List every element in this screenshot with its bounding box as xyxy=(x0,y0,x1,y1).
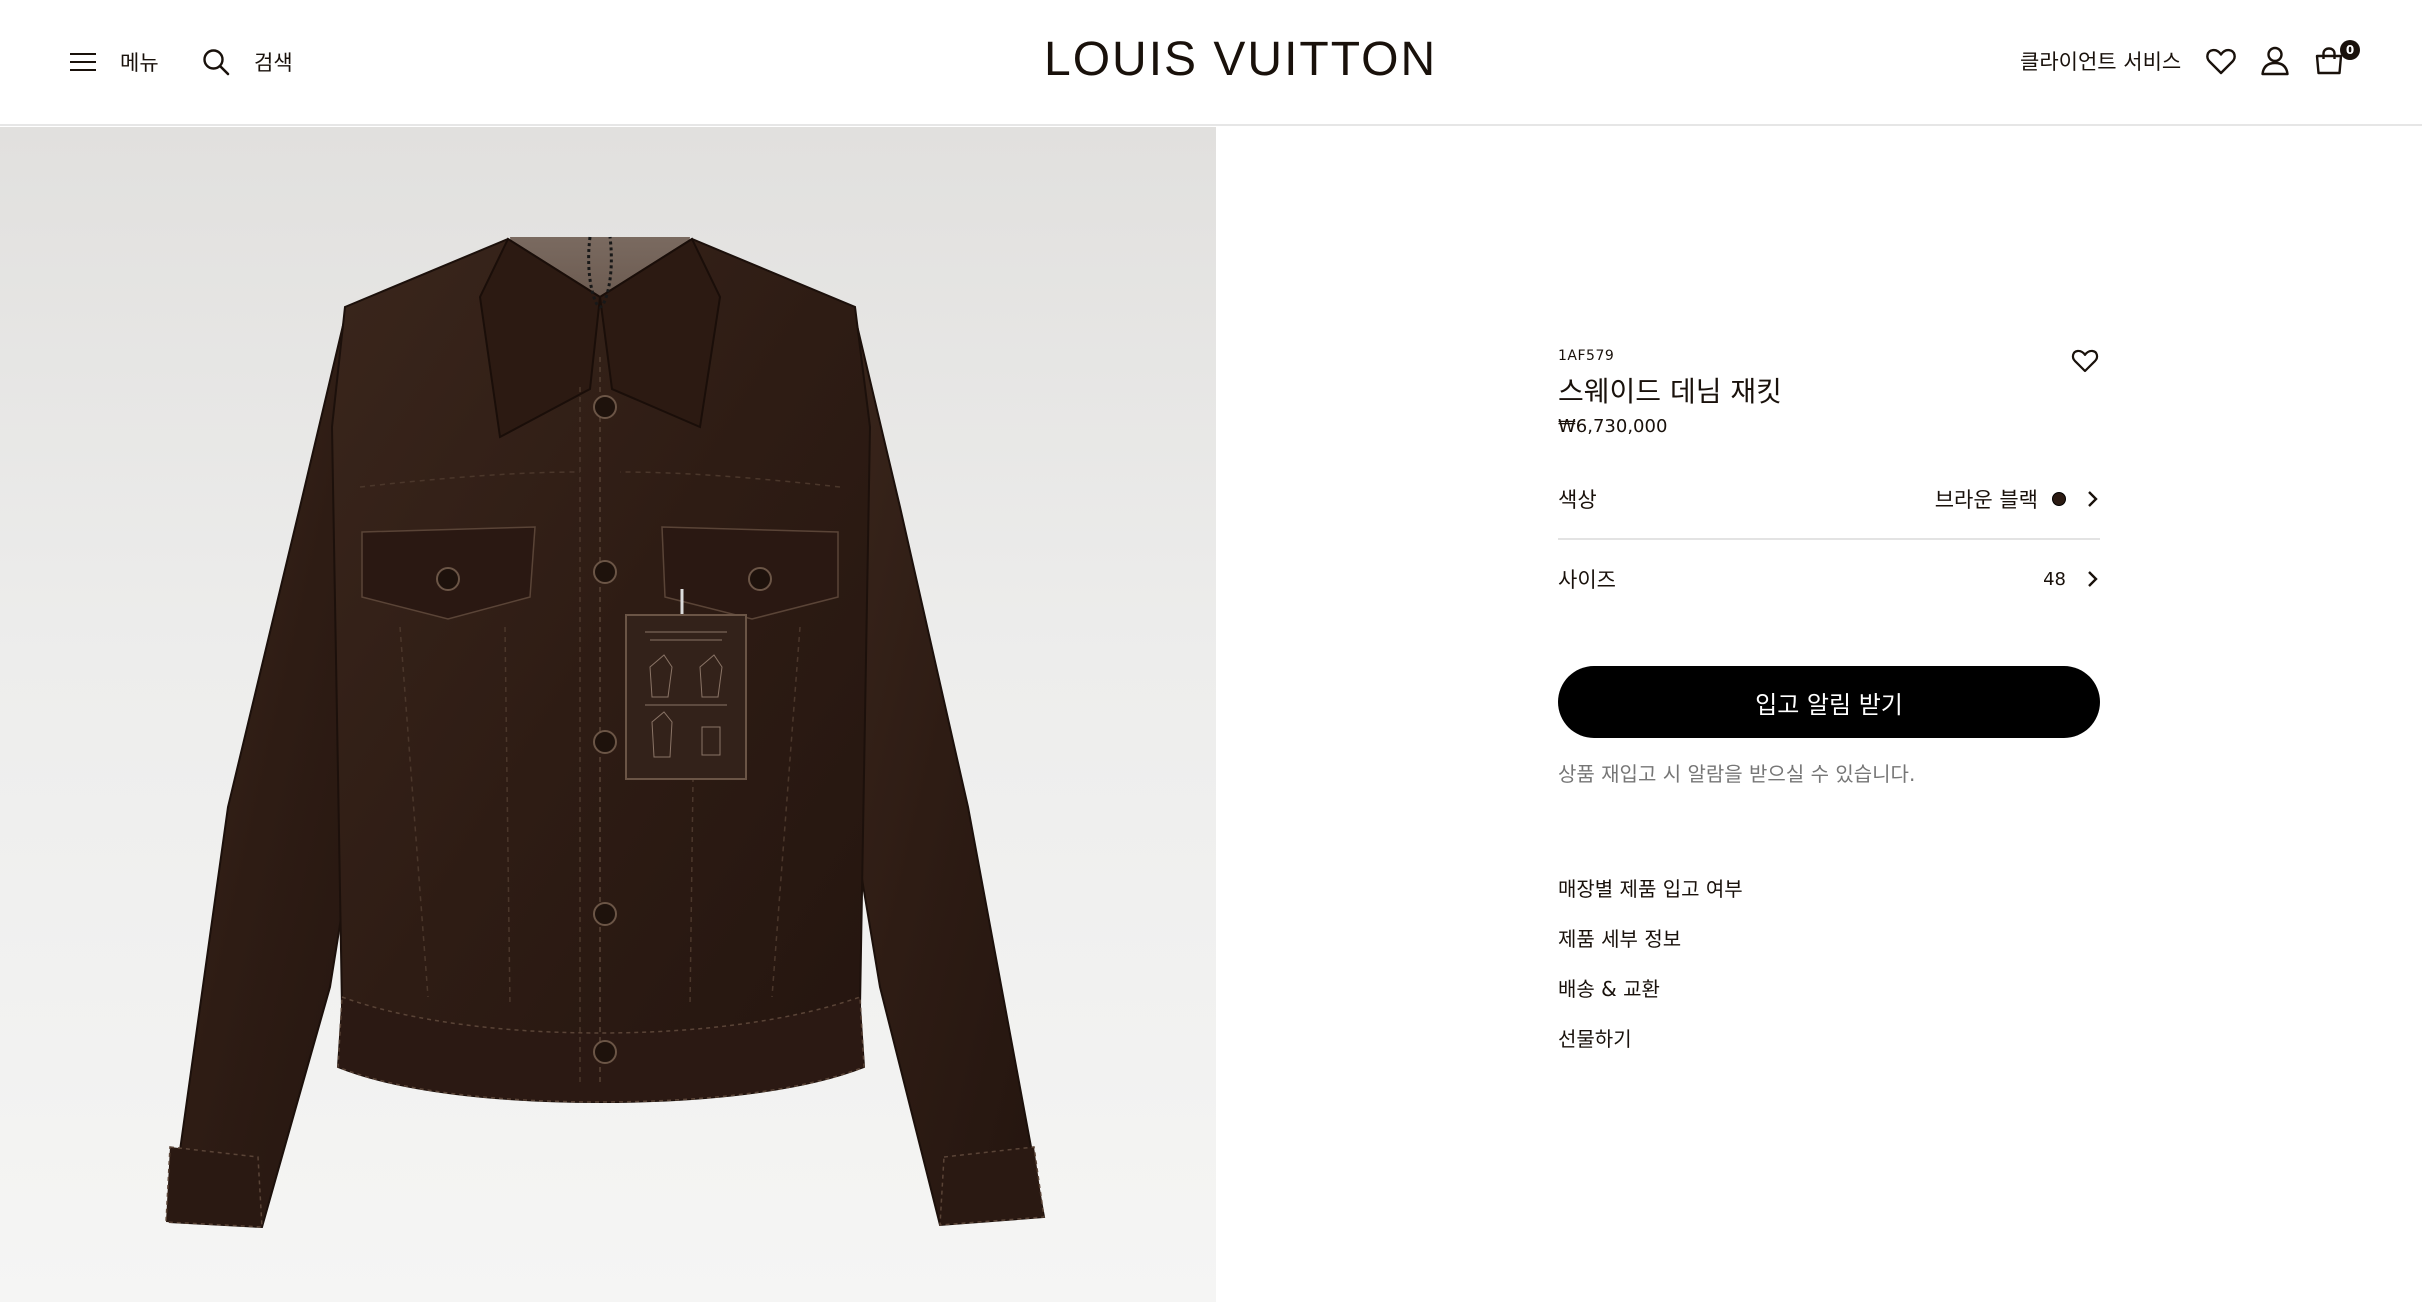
delivery-returns-link[interactable]: 배송 & 교환 xyxy=(1558,964,1743,1014)
search-label: 검색 xyxy=(254,51,293,75)
size-label: 사이즈 xyxy=(1558,568,1616,592)
gifting-link[interactable]: 선물하기 xyxy=(1558,1014,1743,1064)
size-value-group: 48 xyxy=(2043,569,2100,590)
notify-restock-button[interactable]: 입고 알림 받기 xyxy=(1558,666,2100,738)
size-selector[interactable]: 사이즈 48 xyxy=(1558,540,2100,618)
restock-note: 상품 재입고 시 알람을 받으실 수 있습니다. xyxy=(1558,762,1916,786)
client-service-link[interactable]: 클라이언트 서비스 xyxy=(2020,46,2181,76)
hamburger-icon xyxy=(70,53,96,71)
chevron-right-icon xyxy=(2088,491,2098,507)
product-sku: 1AF579 xyxy=(1558,348,1615,364)
size-value: 48 xyxy=(2043,568,2066,590)
chevron-right-icon xyxy=(2088,571,2098,587)
menu-label: 메뉴 xyxy=(120,51,159,75)
product-price: ₩6,730,000 xyxy=(1558,416,1668,437)
product-image[interactable] xyxy=(0,127,1216,1302)
color-value: 브라운 블랙 xyxy=(1934,488,2038,512)
site-header: 메뉴 검색 LOUIS VUITTON 클라이언트 서비스 0 xyxy=(0,0,2422,126)
color-selector[interactable]: 색상 브라운 블랙 xyxy=(1558,460,2100,540)
menu-button[interactable]: 메뉴 xyxy=(70,44,159,80)
product-name: 스웨이드 데님 재킷 xyxy=(1558,375,1782,408)
brand-logo[interactable]: LOUIS VUITTON xyxy=(1044,34,1435,86)
product-info-links: 매장별 제품 입고 여부 제품 세부 정보 배송 & 교환 선물하기 xyxy=(1558,864,1743,1064)
account-icon[interactable] xyxy=(2258,44,2292,78)
jacket-illustration xyxy=(165,236,1046,1229)
wishlist-heart-icon[interactable] xyxy=(2204,44,2238,78)
store-availability-link[interactable]: 매장별 제품 입고 여부 xyxy=(1558,864,1743,914)
cart-count-badge: 0 xyxy=(2340,40,2360,60)
color-swatch xyxy=(2052,492,2066,506)
color-label: 색상 xyxy=(1558,488,1597,512)
product-details-link[interactable]: 제품 세부 정보 xyxy=(1558,914,1743,964)
color-value-group: 브라운 블랙 xyxy=(1935,484,2100,514)
add-to-wishlist-heart-icon[interactable] xyxy=(2070,346,2100,374)
search-button[interactable]: 검색 xyxy=(202,44,293,80)
search-icon xyxy=(203,49,230,76)
